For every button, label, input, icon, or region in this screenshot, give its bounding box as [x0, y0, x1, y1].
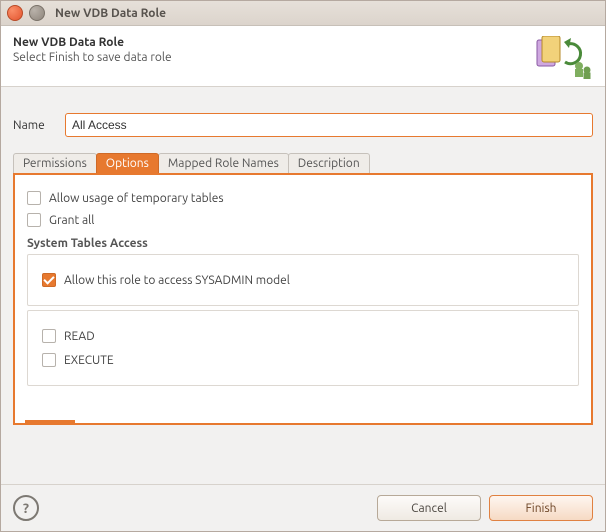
tab-mapped-role-names[interactable]: Mapped Role Names	[158, 153, 289, 173]
tab-description[interactable]: Description	[288, 153, 370, 173]
label-allow-temp-tables: Allow usage of temporary tables	[49, 192, 224, 205]
label-allow-sysadmin: Allow this role to access SYSADMIN model	[64, 274, 290, 287]
group-system-tables: System Tables Access	[27, 237, 579, 250]
tab-options[interactable]: Options	[96, 153, 159, 173]
row-allow-sysadmin: Allow this role to access SYSADMIN model	[42, 273, 564, 287]
close-icon[interactable]	[7, 5, 23, 21]
titlebar: New VDB Data Role	[1, 1, 605, 26]
dialog-body: Name Permissions Options Mapped Role Nam…	[1, 87, 605, 484]
header-title: New VDB Data Role	[13, 36, 172, 49]
header-icon	[533, 36, 593, 80]
label-execute: EXECUTE	[64, 354, 114, 367]
minimize-icon[interactable]	[29, 5, 45, 21]
dialog-header: New VDB Data Role Select Finish to save …	[1, 26, 605, 87]
label-read: READ	[64, 330, 95, 343]
permissions-card: READ EXECUTE	[27, 310, 579, 386]
name-label: Name	[13, 119, 65, 132]
row-execute: EXECUTE	[42, 353, 564, 367]
checkbox-grant-all[interactable]	[27, 213, 41, 227]
cancel-button[interactable]: Cancel	[377, 495, 481, 521]
window-title: New VDB Data Role	[55, 7, 166, 20]
finish-button[interactable]: Finish	[489, 495, 593, 521]
row-grant-all: Grant all	[27, 213, 579, 227]
tabstrip: Permissions Options Mapped Role Names De…	[13, 151, 593, 173]
checkbox-execute[interactable]	[42, 353, 56, 367]
checkbox-allow-temp-tables[interactable]	[27, 191, 41, 205]
panel-scroll-indicator[interactable]	[25, 420, 75, 423]
options-panel: Allow usage of temporary tables Grant al…	[13, 173, 593, 425]
label-grant-all: Grant all	[49, 214, 94, 227]
tab-permissions[interactable]: Permissions	[13, 153, 97, 173]
header-subtitle: Select Finish to save data role	[13, 51, 172, 64]
help-button[interactable]: ?	[13, 495, 39, 521]
checkbox-read[interactable]	[42, 329, 56, 343]
name-input[interactable]	[65, 113, 593, 137]
system-tables-card: Allow this role to access SYSADMIN model	[27, 254, 579, 306]
checkbox-allow-sysadmin[interactable]	[42, 273, 56, 287]
row-read: READ	[42, 329, 564, 343]
row-allow-temp-tables: Allow usage of temporary tables	[27, 191, 579, 205]
dialog-footer: ? Cancel Finish	[1, 484, 605, 531]
header-text: New VDB Data Role Select Finish to save …	[13, 36, 172, 80]
dialog-window: New VDB Data Role New VDB Data Role Sele…	[0, 0, 606, 532]
name-row: Name	[13, 113, 593, 137]
